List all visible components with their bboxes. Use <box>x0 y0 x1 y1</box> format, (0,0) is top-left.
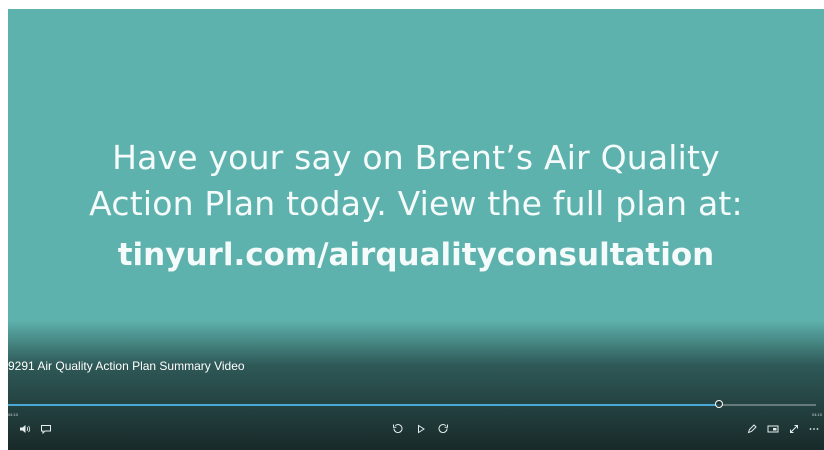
captions-icon[interactable] <box>38 420 54 438</box>
edit-icon[interactable] <box>744 420 760 438</box>
slide-content: Have your say on Brent’s Air Quality Act… <box>8 135 824 275</box>
control-bar <box>0 420 824 438</box>
theater-mode-icon[interactable] <box>765 420 781 438</box>
video-title: 9291 Air Quality Action Plan Summary Vid… <box>8 359 245 373</box>
play-icon[interactable] <box>413 420 429 438</box>
progress-bar[interactable] <box>8 400 816 408</box>
progress-fill <box>8 404 720 406</box>
fullscreen-icon[interactable] <box>786 420 802 438</box>
rewind-icon[interactable] <box>390 420 406 438</box>
volume-icon[interactable] <box>17 420 33 438</box>
slide-line-2: Action Plan today. View the full plan at… <box>89 184 743 223</box>
video-player[interactable]: Have your say on Brent’s Air Quality Act… <box>8 9 824 450</box>
fast-forward-icon[interactable] <box>435 420 451 438</box>
slide-line-1: Have your say on Brent’s Air Quality <box>112 138 720 177</box>
more-icon[interactable] <box>806 420 822 438</box>
time-total: 04:10 <box>811 412 822 417</box>
time-elapsed: 04:10 <box>8 412 19 417</box>
progress-thumb[interactable] <box>715 400 724 408</box>
slide-url: tinyurl.com/airqualityconsultation <box>117 237 715 273</box>
